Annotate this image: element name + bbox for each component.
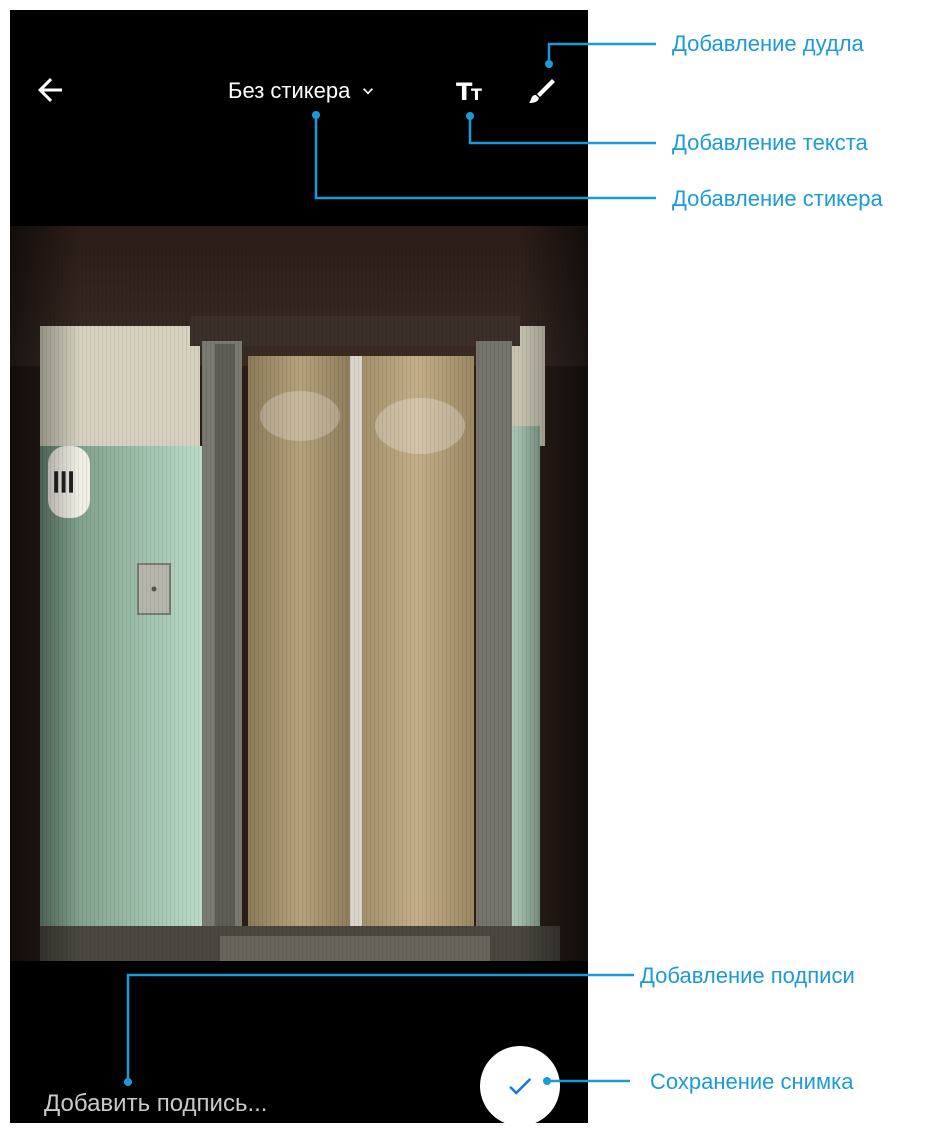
phone-screen: Без стикера T T Добавить подпись... — [10, 10, 588, 1123]
annotation-label-doodle: Добавление дудла — [672, 31, 864, 56]
sticker-dropdown[interactable]: Без стикера — [228, 76, 378, 106]
checkmark-icon — [509, 1077, 532, 1095]
elevator-photo: ≡ — [10, 226, 588, 961]
save-button[interactable] — [480, 1046, 560, 1123]
photo-preview: ≡ — [10, 226, 588, 961]
annotated-screenshot: Без стикера T T Добавить подпись... Доба… — [0, 0, 926, 1133]
text-icon-small: T — [471, 85, 482, 104]
sticker-dropdown-label: Без стикера — [228, 78, 351, 103]
annotation-label-sticker: Добавление стикера — [672, 186, 883, 211]
chevron-down-icon — [363, 88, 374, 95]
caption-input[interactable] — [44, 1089, 444, 1119]
top-toolbar: Без стикера T T — [10, 10, 588, 226]
annotation-label-text: Добавление текста — [672, 130, 868, 155]
arrow-left-icon — [38, 78, 62, 102]
add-doodle-button[interactable] — [522, 72, 558, 108]
add-text-button[interactable]: T T — [456, 76, 496, 106]
back-button[interactable] — [32, 72, 68, 108]
bottom-bar — [10, 961, 588, 1123]
annotation-label-save: Сохранение снимка — [650, 1069, 854, 1094]
annotation-label-caption: Добавление подписи — [640, 963, 855, 988]
text-icon: T — [456, 78, 473, 106]
brush-icon — [529, 79, 555, 103]
